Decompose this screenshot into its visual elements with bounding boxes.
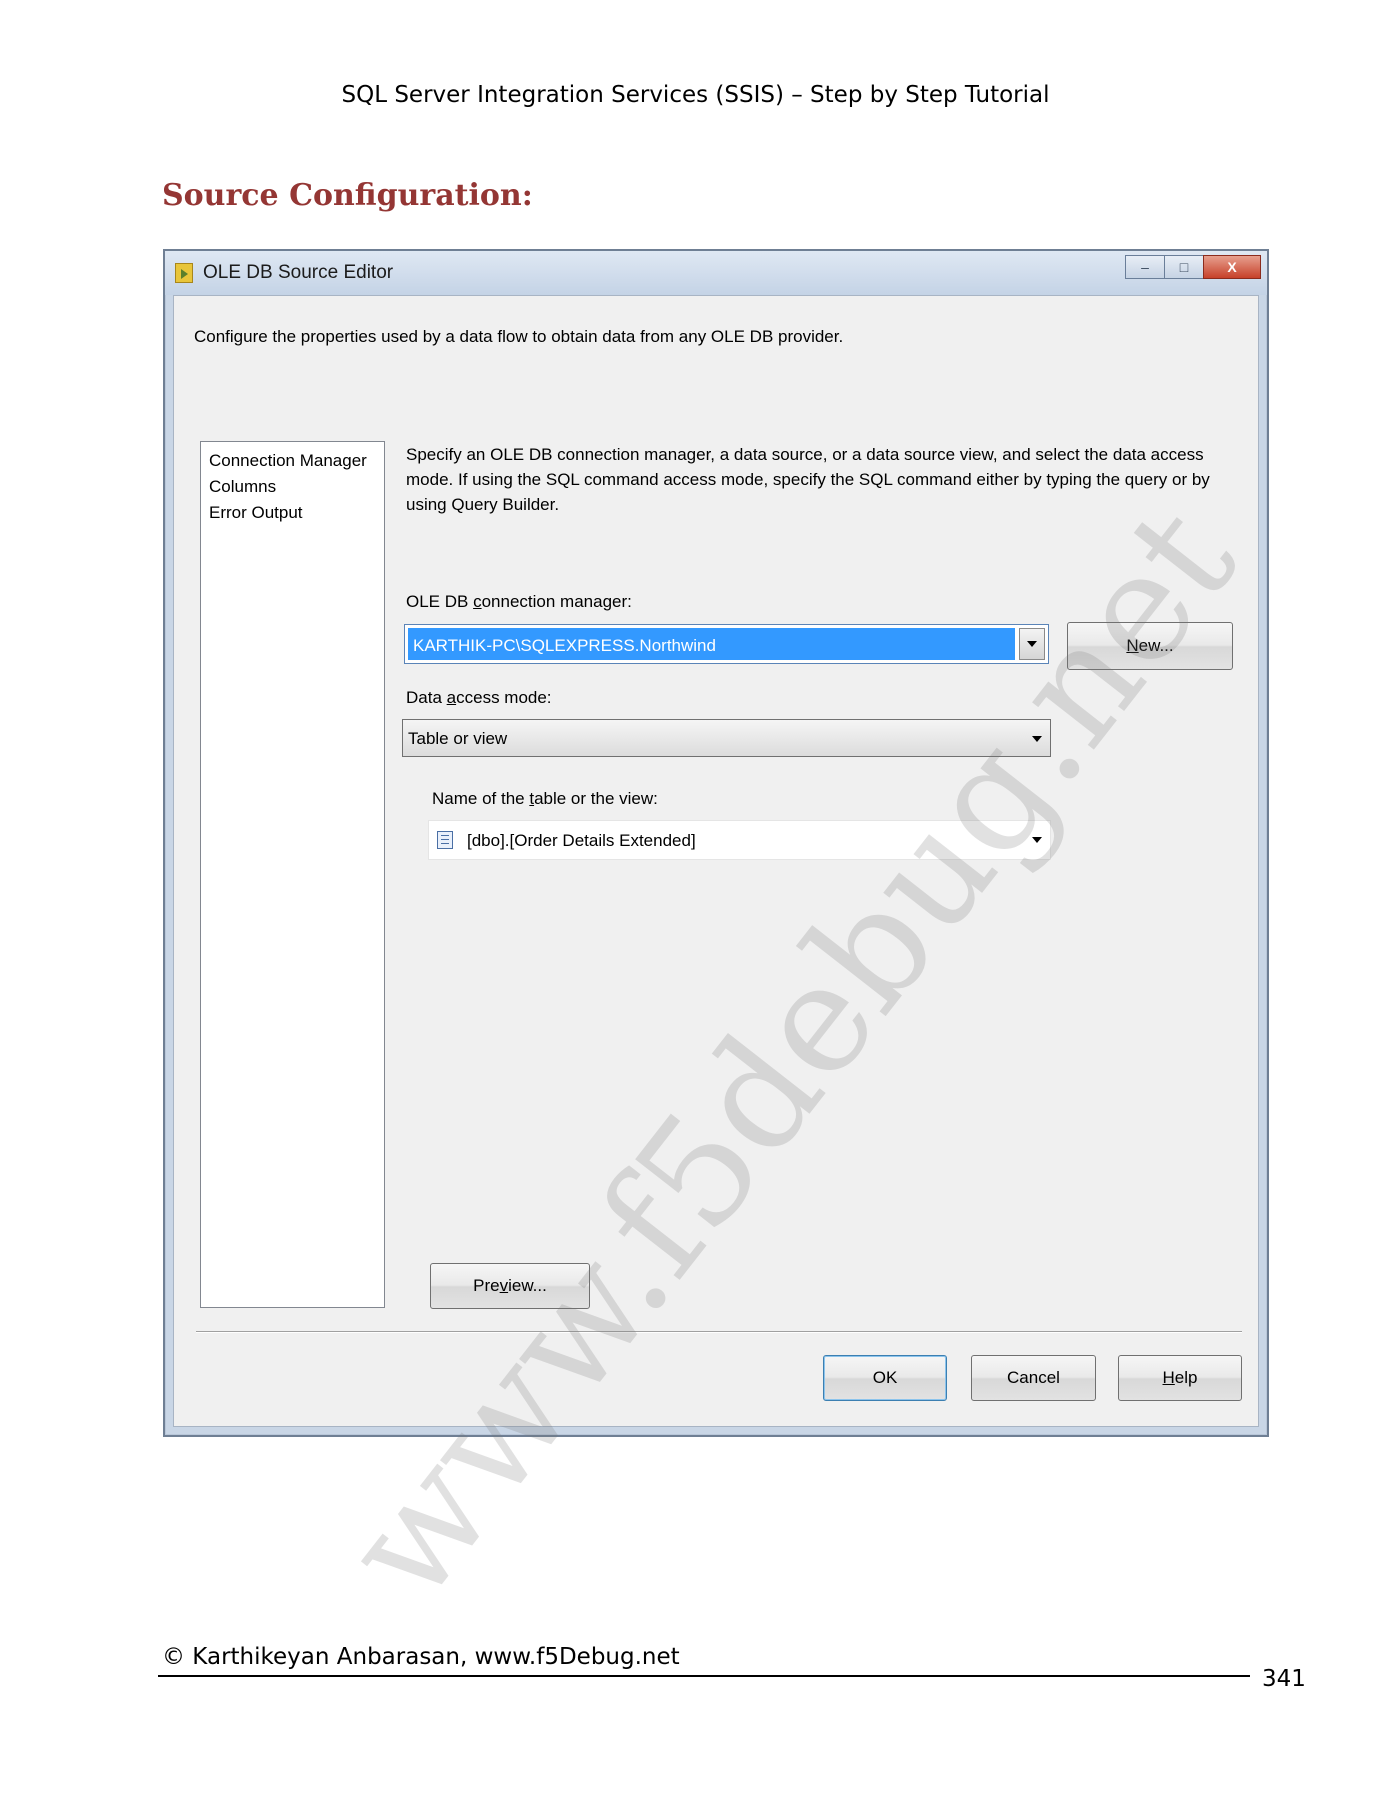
maximize-button[interactable]: □ — [1164, 255, 1204, 279]
table-name-dropdown[interactable]: [dbo].[Order Details Extended] — [428, 820, 1051, 860]
cancel-button[interactable]: Cancel — [971, 1355, 1096, 1401]
help-button[interactable]: Help — [1118, 1355, 1242, 1401]
access-mode-label: Data access mode: — [406, 688, 552, 707]
ok-button[interactable]: OK — [823, 1355, 947, 1401]
table-name-label: Name of the table or the view: — [432, 789, 658, 808]
connection-manager-value: KARTHIK-PC\SQLEXPRESS.Northwind — [408, 628, 1015, 660]
nav-item-connection-manager[interactable]: Connection Manager — [209, 448, 384, 474]
title-bar: OLE DB Source Editor – □ X — [165, 251, 1267, 295]
table-name-value: [dbo].[Order Details Extended] — [467, 831, 696, 850]
section-heading: Source Configuration: — [162, 178, 533, 213]
button-separator — [196, 1331, 1242, 1333]
footer-rule — [158, 1675, 1250, 1677]
chevron-down-icon — [1032, 736, 1042, 742]
connection-dropdown-button[interactable] — [1019, 628, 1045, 660]
connection-manager-dropdown[interactable]: KARTHIK-PC\SQLEXPRESS.Northwind — [404, 624, 1049, 664]
instructions-text: Specify an OLE DB connection manager, a … — [406, 445, 1210, 514]
chevron-down-icon — [1027, 641, 1037, 647]
footer-copyright: © Karthikeyan Anbarasan, www.f5Debug.net — [162, 1644, 680, 1670]
ssis-component-icon — [175, 263, 193, 283]
connection-manager-label: OLE DB connection manager: — [406, 592, 632, 611]
dialog-title: OLE DB Source Editor — [203, 262, 394, 283]
window-controls: – □ X — [1125, 255, 1261, 279]
new-connection-button[interactable]: New... — [1067, 622, 1233, 670]
dialog-description: Configure the properties used by a data … — [194, 327, 844, 346]
nav-item-columns[interactable]: Columns — [209, 474, 384, 500]
preview-button[interactable]: Pre v iew... — [430, 1263, 590, 1309]
chevron-down-icon — [1032, 837, 1042, 843]
close-button[interactable]: X — [1203, 255, 1261, 279]
editor-page-list: Connection Manager Columns Error Output — [200, 441, 385, 1308]
access-mode-value: Table or view — [408, 729, 508, 748]
nav-item-error-output[interactable]: Error Output — [209, 500, 384, 526]
page-number: 341 — [1262, 1666, 1306, 1692]
minimize-button[interactable]: – — [1125, 255, 1165, 279]
access-mode-dropdown[interactable]: Table or view — [402, 719, 1051, 757]
table-icon — [437, 831, 453, 849]
document-header: SQL Server Integration Services (SSIS) –… — [341, 82, 1050, 108]
